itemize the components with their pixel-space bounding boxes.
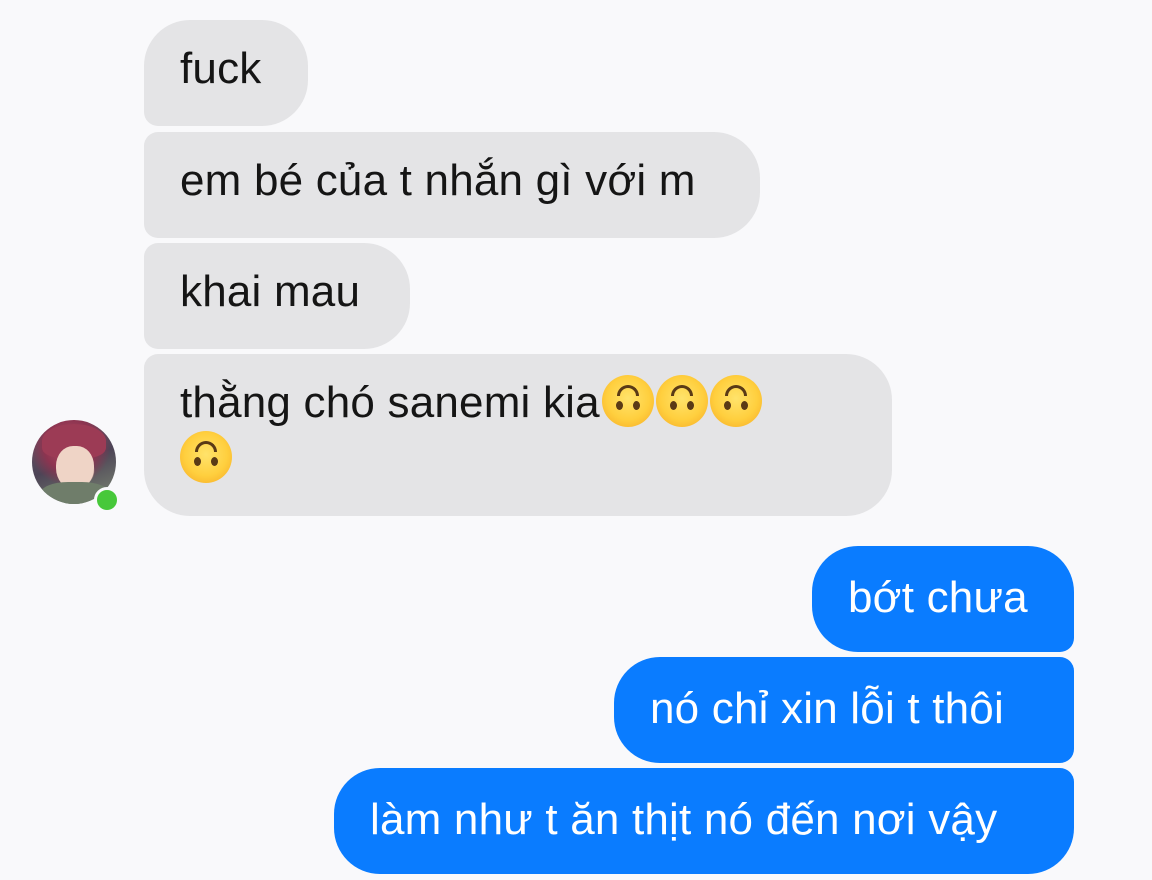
message-text: nó chỉ xin lỗi t thôi xyxy=(650,684,1004,733)
online-status-indicator xyxy=(94,487,120,513)
incoming-message-bubble[interactable]: thằng chó sanemi kia xyxy=(144,354,892,516)
incoming-message-bubble[interactable]: khai mau xyxy=(144,243,410,349)
outgoing-message-bubble[interactable]: làm như t ăn thịt nó đến nơi vậy xyxy=(334,768,1074,874)
incoming-message-bubble[interactable]: fuck xyxy=(144,20,308,126)
upside-down-face-icon xyxy=(655,375,708,427)
outgoing-message-bubble[interactable]: bớt chưa xyxy=(812,546,1074,652)
message-text: em bé của t nhắn gì với m xyxy=(180,156,696,205)
message-text: thằng chó sanemi kia xyxy=(180,378,600,427)
incoming-message-bubble[interactable]: em bé của t nhắn gì với m xyxy=(144,132,760,238)
message-text: làm như t ăn thịt nó đến nơi vậy xyxy=(370,795,998,844)
message-text: khai mau xyxy=(180,267,361,316)
outgoing-message-bubble[interactable]: nó chỉ xin lỗi t thôi xyxy=(614,657,1074,763)
message-text: bớt chưa xyxy=(848,573,1028,622)
message-text: fuck xyxy=(180,44,262,93)
upside-down-face-icon xyxy=(601,375,654,427)
upside-down-face-icon xyxy=(180,431,232,483)
message-thread: fuck em bé của t nhắn gì với m khai mau … xyxy=(0,0,1152,880)
upside-down-face-icon xyxy=(709,375,762,427)
